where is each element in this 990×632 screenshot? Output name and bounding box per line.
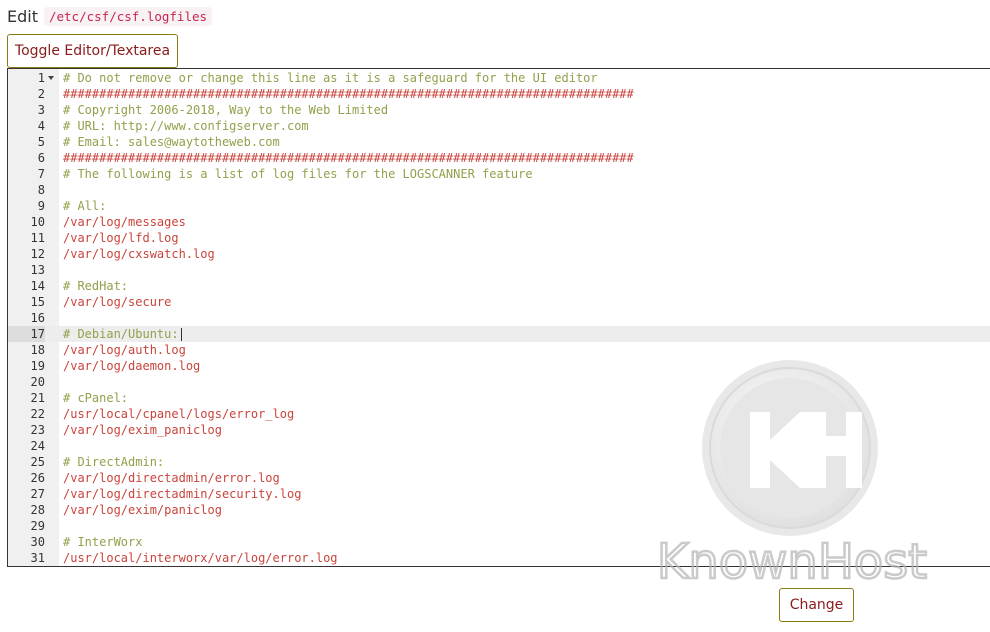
code-text: # Copyright 2006-2018, Way to the Web Li… [63,103,389,117]
line-number: 14 [30,279,45,293]
code-text: /var/log/cxswatch.log [63,247,215,261]
line-number: 16 [30,311,45,325]
code-text: # DirectAdmin: [63,455,165,469]
editor-line[interactable]: 30 # InterWorx [8,534,990,550]
editor-line[interactable]: 4 # URL: http://www.configserver.com [8,118,990,134]
code-text: # Debian/Ubuntu: [63,327,179,341]
line-number: 24 [30,439,45,453]
editor-line[interactable]: 22/usr/local/cpanel/logs/error_log [8,406,990,422]
code-text: # URL: http://www.configserver.com [63,119,309,133]
code-text: /var/log/directadmin/error.log [63,471,280,485]
line-number: 27 [30,487,45,501]
code-text: /var/log/secure [63,295,172,309]
code-text: /var/log/directadmin/security.log [63,487,302,501]
line-number: 3 [37,103,45,117]
editor-line[interactable]: 13 [8,262,990,278]
code-text: # Do not remove or change this line as i… [63,71,598,85]
line-number: 18 [30,343,45,357]
editor-line[interactable]: 7 # The following is a list of log files … [8,166,990,182]
code-text: /var/log/daemon.log [63,359,201,373]
code-text: # Email: sales@waytotheweb.com [63,135,280,149]
text-cursor [181,328,182,341]
editor-line[interactable]: 23/var/log/exim_paniclog [8,422,990,438]
line-number: 9 [37,199,45,213]
editor-line[interactable]: 12/var/log/cxswatch.log [8,246,990,262]
editor-line[interactable]: 26/var/log/directadmin/error.log [8,470,990,486]
editor-line[interactable]: 19/var/log/daemon.log [8,358,990,374]
editor-line[interactable]: 10/var/log/messages [8,214,990,230]
line-number: 28 [30,503,45,517]
editor-line[interactable]: 5 # Email: sales@waytotheweb.com [8,134,990,150]
line-number: 25 [30,455,45,469]
line-number: 12 [30,247,45,261]
editor-line[interactable]: 24 [8,438,990,454]
editor-line[interactable]: 31/usr/local/interworx/var/log/error.log [8,550,990,566]
editor-line[interactable]: 8 [8,182,990,198]
code-text: /usr/local/interworx/var/log/error.log [63,551,338,565]
line-number: 4 [37,119,45,133]
editor-line[interactable]: 3 # Copyright 2006-2018, Way to the Web L… [8,102,990,118]
line-number: 1 [37,71,45,85]
code-text: /var/log/exim/paniclog [63,503,222,517]
editor-line[interactable]: 2 #######################################… [8,86,990,102]
line-number: 10 [30,215,45,229]
editor-line[interactable]: 17 # Debian/Ubuntu: [8,326,990,342]
line-number: 5 [37,135,45,149]
toggle-editor-button[interactable]: Toggle Editor/Textarea [7,34,178,68]
line-number: 13 [30,263,45,277]
editor-line[interactable]: 14 # RedHat: [8,278,990,294]
code-text: /var/log/lfd.log [63,231,179,245]
code-text: /var/log/auth.log [63,343,186,357]
code-editor[interactable]: 1 # Do not remove or change this line as … [7,68,990,567]
editor-lines[interactable]: 1 # Do not remove or change this line as … [8,70,990,566]
code-text: /var/log/messages [63,215,186,229]
line-number: 29 [30,519,45,533]
line-number: 7 [37,167,45,181]
change-button[interactable]: Change [779,588,854,622]
line-number: 17 [8,326,45,342]
editor-line[interactable]: 9 # All: [8,198,990,214]
editor-line[interactable]: 25 # DirectAdmin: [8,454,990,470]
code-text: ########################################… [63,151,634,165]
line-number: 6 [37,151,45,165]
line-number: 15 [30,295,45,309]
fold-toggle-icon[interactable] [48,76,54,80]
code-text: # cPanel: [63,391,129,405]
line-number: 19 [30,359,45,373]
code-text: # The following is a list of log files f… [63,167,533,181]
code-text: /var/log/exim_paniclog [63,423,222,437]
editor-line[interactable]: 15/var/log/secure [8,294,990,310]
code-text: # All: [63,199,107,213]
editor-line[interactable]: 18/var/log/auth.log [8,342,990,358]
edit-label: Edit [7,6,38,26]
editor-line[interactable]: 27/var/log/directadmin/security.log [8,486,990,502]
editor-line[interactable]: 20 [8,374,990,390]
page-header: Edit /etc/csf/csf.logfiles [7,5,213,27]
line-number: 30 [30,535,45,549]
line-number: 20 [30,375,45,389]
editor-line[interactable]: 1 # Do not remove or change this line as … [8,70,990,86]
code-text: /usr/local/cpanel/logs/error_log [63,407,295,421]
line-number: 2 [37,87,45,101]
editor-line[interactable]: 29 [8,518,990,534]
file-path: /etc/csf/csf.logfiles [43,6,213,26]
line-number: 11 [30,231,45,245]
code-text: # RedHat: [63,279,129,293]
editor-line[interactable]: 28/var/log/exim/paniclog [8,502,990,518]
code-text: ########################################… [63,87,634,101]
line-number: 23 [30,423,45,437]
line-number: 8 [37,183,45,197]
editor-line[interactable]: 6 #######################################… [8,150,990,166]
line-number: 22 [30,407,45,421]
code-text: # InterWorx [63,535,143,549]
editor-line[interactable]: 21 # cPanel: [8,390,990,406]
line-number: 26 [30,471,45,485]
line-number: 31 [30,551,45,565]
editor-line[interactable]: 11/var/log/lfd.log [8,230,990,246]
editor-line[interactable]: 16 [8,310,990,326]
line-number: 21 [30,391,45,405]
